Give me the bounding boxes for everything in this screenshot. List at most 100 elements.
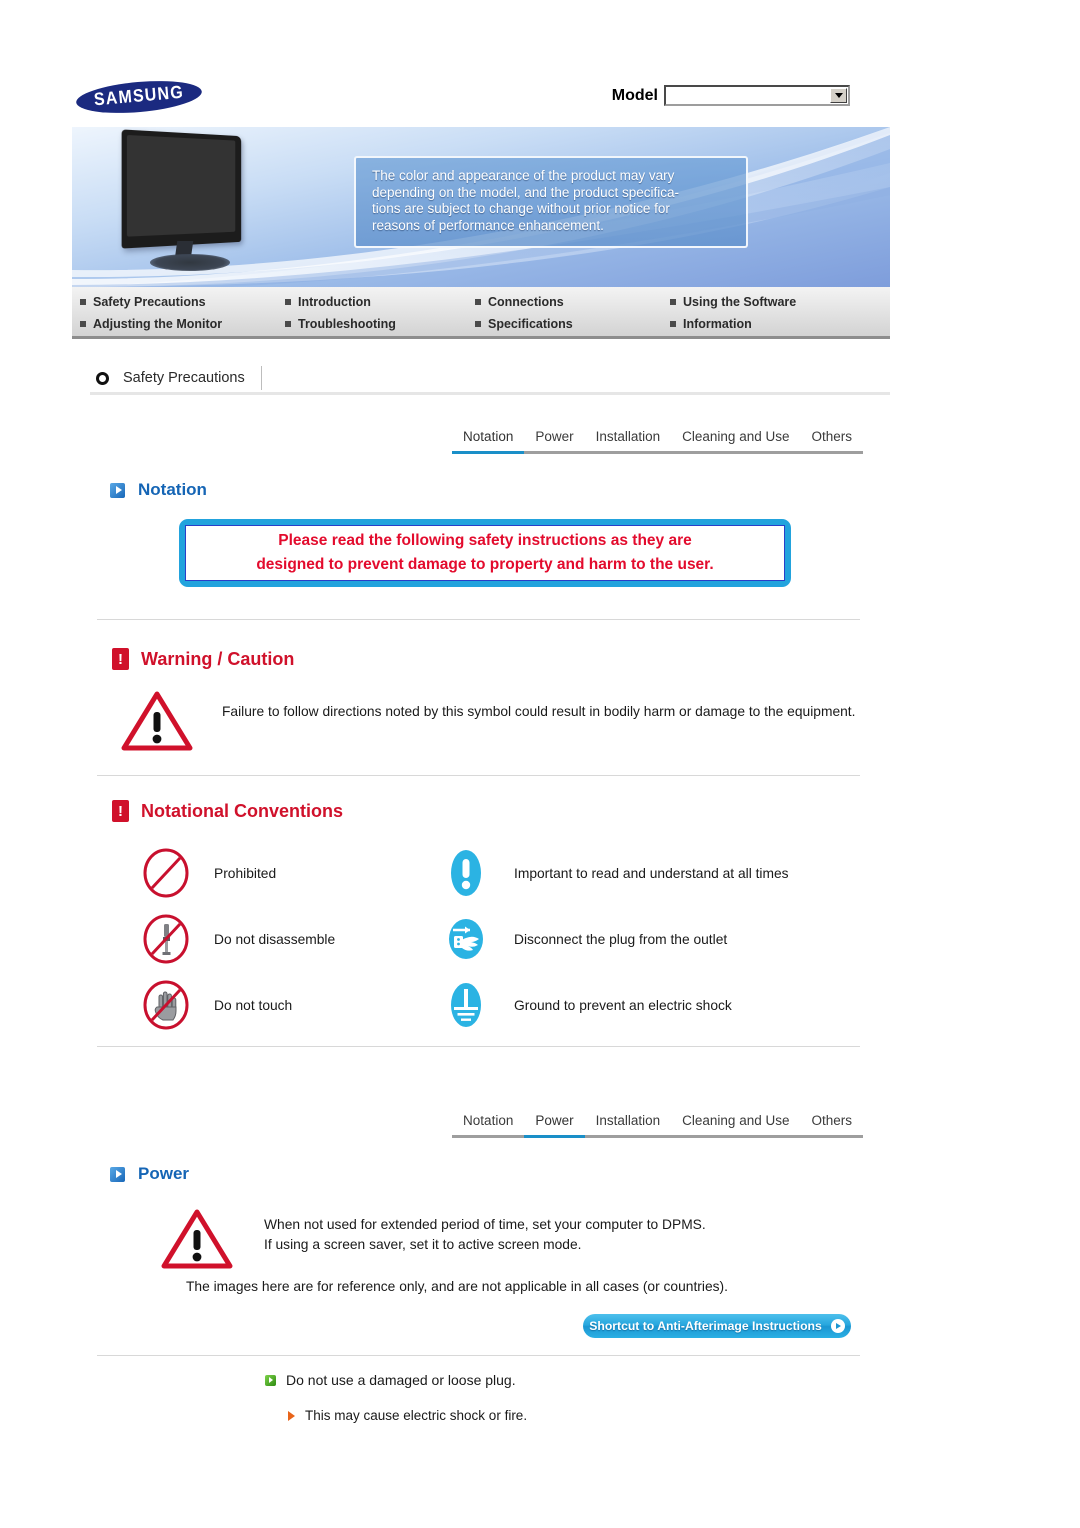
nav-item-connections[interactable]: Connections <box>475 295 670 309</box>
divider-rule <box>97 775 860 776</box>
nav-item-information[interactable]: Information <box>670 317 870 331</box>
play-arrow-icon <box>830 1319 845 1333</box>
bullet-square-icon <box>80 299 86 305</box>
tab-others-bottom[interactable]: Others <box>800 1113 863 1138</box>
page-title: Safety Precautions <box>123 370 245 386</box>
nav-label: Specifications <box>488 317 573 331</box>
nav-item-using-the-software[interactable]: Using the Software <box>670 295 870 309</box>
banner-disclaimer-line-3: tions are subject to change without prio… <box>372 201 670 216</box>
tab-label: Cleaning and Use <box>682 1113 790 1128</box>
vertical-divider <box>260 366 262 390</box>
orange-arrow-icon <box>288 1410 295 1421</box>
subtab-bar-top: Notation Power Installation Cleaning and… <box>413 420 863 454</box>
power-warning-text: When not used for extended period of tim… <box>264 1208 706 1270</box>
page-header: SAMSUNG Model <box>72 72 890 120</box>
tab-label: Power <box>535 1113 574 1128</box>
chevron-down-icon[interactable] <box>830 88 847 103</box>
notation-heading-label: Notation <box>138 480 207 499</box>
nav-item-adjusting-the-monitor[interactable]: Adjusting the Monitor <box>80 317 285 331</box>
nav-item-safety-precautions[interactable]: Safety Precautions <box>80 295 285 309</box>
tab-cleaning-and-use-bottom[interactable]: Cleaning and Use <box>671 1113 801 1138</box>
logo-wordmark: SAMSUNG <box>93 83 185 110</box>
tab-power-bottom[interactable]: Power <box>524 1113 585 1138</box>
tab-label: Notation <box>463 429 514 444</box>
manual-page: SAMSUNG Model The color and appearance o… <box>0 0 1080 1528</box>
tab-others[interactable]: Others <box>800 429 863 454</box>
bullet-square-icon <box>475 299 481 305</box>
prohibited-icon <box>140 847 192 899</box>
samsung-logo: SAMSUNG <box>74 76 204 118</box>
nav-item-troubleshooting[interactable]: Troubleshooting <box>285 317 475 331</box>
monitor-product-image <box>114 129 264 281</box>
convention-label: Ground to prevent an electric shock <box>514 997 732 1013</box>
important-exclamation-icon <box>440 847 492 899</box>
notational-conventions-grid: Prohibited Important to read and underst… <box>140 840 880 1038</box>
nav-label: Adjusting the Monitor <box>93 317 223 331</box>
safety-notice-line-1: Please read the following safety instruc… <box>278 532 692 549</box>
subtab-bar-bottom: Notation Power Installation Cleaning and… <box>413 1104 863 1138</box>
reference-note: The images here are for reference only, … <box>186 1279 728 1294</box>
monitor-screen <box>126 135 236 237</box>
shortcut-anti-afterimage-button[interactable]: Shortcut to Anti-Afterimage Instructions <box>583 1314 851 1338</box>
circle-ring-icon <box>96 371 109 385</box>
do-not-disassemble-icon <box>140 913 192 965</box>
power-bullet-primary-label: Do not use a damaged or loose plug. <box>286 1372 516 1388</box>
convention-item-disconnect-plug: Disconnect the plug from the outlet <box>440 906 880 972</box>
model-dropdown[interactable] <box>664 85 850 106</box>
tab-installation[interactable]: Installation <box>584 429 672 454</box>
tab-label: Cleaning and Use <box>682 429 790 444</box>
divider-rule <box>97 619 860 620</box>
tab-cleaning-and-use[interactable]: Cleaning and Use <box>671 429 801 454</box>
convention-item-important: Important to read and understand at all … <box>440 840 880 906</box>
nav-item-introduction[interactable]: Introduction <box>285 295 475 309</box>
divider-rule <box>97 1355 860 1356</box>
power-warning-line-1: When not used for extended period of tim… <box>264 1217 706 1232</box>
blue-arrow-icon <box>110 482 125 498</box>
monitor-panel <box>121 129 242 249</box>
tab-notation-bottom[interactable]: Notation <box>452 1113 525 1138</box>
convention-label: Do not touch <box>214 997 293 1013</box>
warning-caution-block: Failure to follow directions noted by th… <box>120 690 860 752</box>
power-heading: Power <box>110 1164 189 1184</box>
power-heading-label: Power <box>138 1164 190 1183</box>
nav-item-specifications[interactable]: Specifications <box>475 317 670 331</box>
tab-label: Power <box>535 429 574 444</box>
model-selector-group: Model <box>612 85 850 106</box>
bullet-square-icon <box>670 321 676 327</box>
convention-label: Prohibited <box>214 865 277 881</box>
power-bullet-secondary: This may cause electric shock or fire. <box>288 1408 527 1423</box>
convention-item-ground: Ground to prevent an electric shock <box>440 972 880 1038</box>
model-label: Model <box>611 86 658 104</box>
tab-installation-bottom[interactable]: Installation <box>584 1113 672 1138</box>
warning-caution-body: Failure to follow directions noted by th… <box>222 704 856 719</box>
shortcut-button-label: Shortcut to Anti-Afterimage Instructions <box>589 1319 822 1333</box>
notational-conventions-heading-label: Notational Conventions <box>141 800 343 821</box>
bullet-square-icon <box>475 321 481 327</box>
divider-rule <box>97 1046 860 1047</box>
safety-notice-line-2: designed to prevent damage to property a… <box>256 556 714 573</box>
power-warning-block: When not used for extended period of tim… <box>160 1208 880 1270</box>
tab-power[interactable]: Power <box>524 429 585 454</box>
exclamation-badge-icon: ! <box>112 800 129 822</box>
blue-arrow-icon <box>110 1166 125 1182</box>
tab-notation[interactable]: Notation <box>452 429 525 454</box>
tab-label: Others <box>811 429 852 444</box>
tab-label: Installation <box>595 1113 661 1128</box>
banner-disclaimer-callout: The color and appearance of the product … <box>354 156 748 248</box>
banner-disclaimer-line-4: reasons of performance enhancement. <box>372 217 604 233</box>
ground-icon <box>440 979 492 1031</box>
convention-item-do-not-disassemble: Do not disassemble <box>140 906 440 972</box>
disconnect-plug-icon <box>440 913 492 965</box>
warning-caution-heading-label: Warning / Caution <box>141 648 295 669</box>
tab-label: Installation <box>595 429 661 444</box>
tab-label: Notation <box>463 1113 514 1128</box>
banner-disclaimer-line-1: The color and appearance of the product … <box>372 168 675 183</box>
warning-triangle-icon <box>120 690 194 752</box>
product-banner: The color and appearance of the product … <box>72 127 890 287</box>
nav-label: Safety Precautions <box>93 295 206 309</box>
nav-label: Using the Software <box>683 295 797 309</box>
notational-conventions-heading: ! Notational Conventions <box>112 800 343 822</box>
convention-label: Do not disassemble <box>214 931 336 947</box>
green-arrow-icon <box>265 1374 276 1386</box>
section-title-bar: Safety Precautions <box>90 364 890 395</box>
